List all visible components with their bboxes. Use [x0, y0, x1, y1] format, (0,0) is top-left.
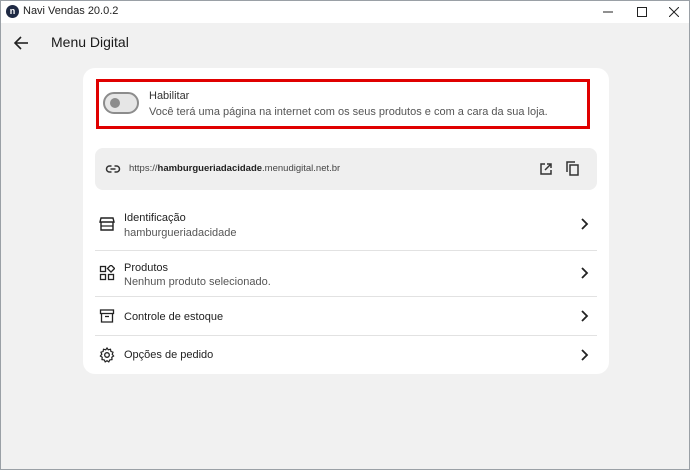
window-title: Navi Vendas 20.0.2: [23, 5, 119, 17]
maximize-button[interactable]: [625, 1, 659, 23]
app-logo-icon: n: [6, 5, 19, 18]
close-icon: [669, 7, 679, 17]
enable-toggle[interactable]: [103, 92, 139, 114]
close-button[interactable]: [657, 1, 690, 23]
chevron-right-icon: [581, 218, 589, 230]
chevron-right-icon: [581, 349, 589, 361]
chevron-right-icon: [581, 310, 589, 322]
maximize-icon: [637, 7, 647, 17]
chevron-right-icon: [581, 267, 589, 279]
widgets-icon: [99, 265, 115, 281]
enable-description: Você terá uma página na internet com os …: [149, 106, 548, 118]
open-external-icon[interactable]: [538, 161, 554, 177]
app-window: n Navi Vendas 20.0.2 Menu Digital Habili…: [0, 0, 690, 470]
enable-highlight-box: [96, 79, 590, 129]
enable-label: Habilitar: [149, 90, 190, 102]
menu-item-label: Identificação: [124, 212, 186, 224]
link-icon: [105, 165, 121, 173]
menu-url: https://hamburgueriadacidade.menudigital…: [129, 163, 341, 174]
gear-icon: [99, 347, 115, 363]
menu-item-label: Opções de pedido: [124, 349, 214, 361]
toggle-knob: [110, 98, 120, 108]
back-button[interactable]: [10, 32, 32, 54]
title-bar: n Navi Vendas 20.0.2: [1, 1, 689, 23]
menu-item-label: Produtos: [124, 262, 169, 274]
arrow-left-icon: [13, 36, 28, 50]
page-title: Menu Digital: [51, 34, 129, 50]
minimize-button[interactable]: [591, 1, 625, 23]
archive-icon: [99, 309, 115, 323]
minimize-icon: [603, 11, 613, 13]
menu-item-sublabel: hamburgueriadacidade: [124, 227, 237, 239]
menu-item-sublabel: Nenhum produto selecionado.: [124, 276, 271, 288]
store-icon: [99, 217, 115, 231]
menu-item-label: Controle de estoque: [124, 311, 224, 323]
copy-icon[interactable]: [564, 160, 581, 177]
